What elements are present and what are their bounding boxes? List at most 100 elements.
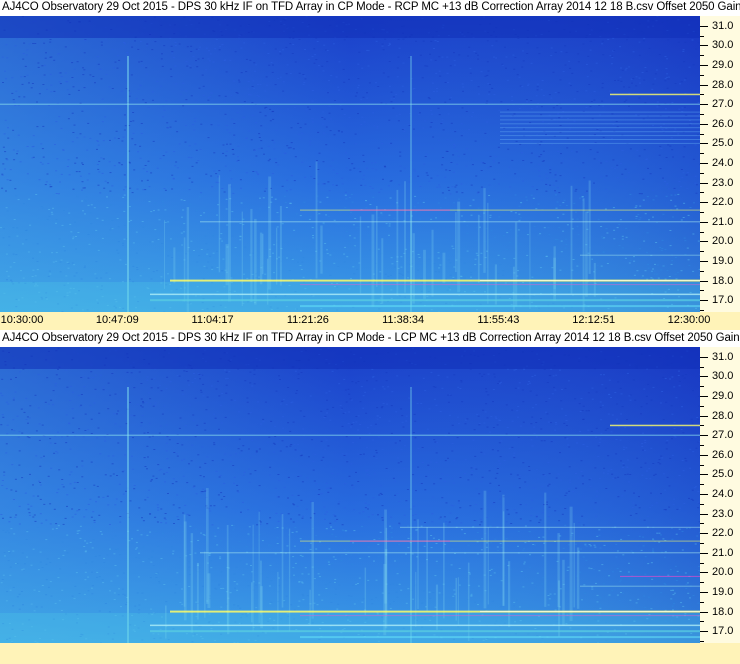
y-tick-mark <box>700 572 708 574</box>
y-tick-label: 19.0 <box>712 586 734 599</box>
y-minor-tick <box>700 386 704 388</box>
y-minor-tick <box>700 582 704 584</box>
y-minor-tick <box>700 543 704 545</box>
y-minor-tick <box>700 621 704 623</box>
bottom-glow <box>0 613 700 643</box>
y-tick-mark <box>700 494 708 496</box>
emission-line <box>350 209 450 211</box>
y-tick-label: 22.0 <box>712 527 734 540</box>
y-minor-tick <box>700 562 704 564</box>
emission-line <box>580 254 700 256</box>
y-minor-tick <box>700 94 704 96</box>
y-tick-mark <box>700 474 708 476</box>
y-tick-mark <box>700 513 708 515</box>
y-tick-label: 21.0 <box>712 215 734 228</box>
y-tick-mark <box>700 261 708 263</box>
y-tick-label: 24.0 <box>712 488 734 501</box>
time-tick-label: 10:47:09 <box>95 314 139 326</box>
lcp-panel: AJ4CO Observatory 29 Oct 2015 - DPS 30 k… <box>0 331 740 664</box>
y-tick-mark <box>700 65 708 66</box>
y-minor-tick <box>700 55 704 57</box>
y-tick-label: 26.0 <box>712 117 734 130</box>
top-band <box>0 347 700 369</box>
y-minor-tick <box>700 641 704 643</box>
y-minor-tick <box>700 464 704 466</box>
y-tick-mark <box>700 376 708 378</box>
emission-line <box>500 139 700 140</box>
rcp-title-bar: AJ4CO Observatory 29 Oct 2015 - DPS 30 k… <box>0 0 740 16</box>
emission-line <box>500 131 700 133</box>
y-tick-label: 19.0 <box>712 255 734 268</box>
time-tick-label: 11:55:43 <box>477 314 520 326</box>
y-tick-label: 17.0 <box>712 625 734 638</box>
y-tick-label: 31.0 <box>712 19 734 32</box>
emission-line <box>480 280 700 282</box>
y-minor-tick <box>700 484 704 486</box>
y-tick-label: 29.0 <box>712 59 734 71</box>
y-minor-tick <box>700 405 704 407</box>
emission-line <box>500 142 700 144</box>
lcp-title: AJ4CO Observatory 29 Oct 2015 - DPS 30 k… <box>2 332 740 344</box>
y-tick-label: 28.0 <box>712 78 734 91</box>
y-tick-mark <box>700 104 708 106</box>
y-tick-mark <box>700 552 708 554</box>
emission-line <box>200 221 700 223</box>
y-tick-label: 17.0 <box>712 294 734 307</box>
y-tick-mark <box>700 221 708 223</box>
y-tick-mark <box>700 435 708 437</box>
emission-line <box>0 103 700 105</box>
y-tick-label: 24.0 <box>712 157 734 170</box>
y-tick-mark <box>700 280 708 282</box>
bottom-glow <box>0 282 700 312</box>
y-tick-label: 22.0 <box>712 196 734 209</box>
vertical-artifact <box>410 56 412 312</box>
y-minor-tick <box>700 503 704 505</box>
y-minor-tick <box>700 425 704 427</box>
top-band <box>0 16 700 38</box>
y-minor-tick <box>700 172 704 174</box>
y-tick-mark <box>700 45 708 47</box>
y-tick-mark <box>700 356 708 358</box>
emission-line <box>500 115 700 117</box>
y-tick-mark <box>700 533 708 535</box>
y-tick-label: 23.0 <box>712 176 734 189</box>
y-tick-label: 23.0 <box>712 507 734 520</box>
emission-line <box>500 123 700 125</box>
rcp-title: AJ4CO Observatory 29 Oct 2015 - DPS 30 k… <box>2 1 740 13</box>
vertical-artifact <box>410 387 412 643</box>
lcp-title-bar: AJ4CO Observatory 29 Oct 2015 - DPS 30 k… <box>0 331 740 347</box>
y-tick-mark <box>700 25 708 27</box>
y-minor-tick <box>700 133 704 135</box>
y-tick-label: 25.0 <box>712 137 734 150</box>
time-tick-label: 10:30:00 <box>0 314 44 326</box>
y-tick-label: 20.0 <box>712 566 734 579</box>
y-tick-label: 25.0 <box>712 468 734 481</box>
emission-line <box>400 526 700 528</box>
emission-line <box>500 135 700 137</box>
y-tick-label: 26.0 <box>712 448 734 461</box>
vertical-artifact <box>127 387 129 643</box>
y-minor-tick <box>700 114 704 115</box>
rcp-y-axis: 31.0 30.0 29.0 28.0 27.0 26.0 25.0 24.0 23.0 22.0… <box>700 16 740 312</box>
emission-line <box>350 540 450 542</box>
y-minor-tick <box>700 74 704 76</box>
y-tick-mark <box>700 415 708 417</box>
y-tick-label: 31.0 <box>712 350 734 363</box>
y-minor-tick <box>700 523 704 525</box>
emission-line <box>610 93 700 96</box>
y-minor-tick <box>700 212 704 214</box>
y-minor-tick <box>700 270 704 272</box>
emission-line <box>620 575 700 577</box>
y-minor-tick <box>700 601 704 603</box>
emission-line <box>500 119 700 121</box>
y-tick-mark <box>700 396 708 397</box>
y-tick-mark <box>700 163 708 165</box>
y-tick-mark <box>700 182 708 184</box>
y-tick-mark <box>700 123 708 125</box>
y-tick-label: 27.0 <box>712 98 734 111</box>
y-tick-mark <box>700 611 708 613</box>
y-tick-label: 28.0 <box>712 409 734 422</box>
y-tick-label: 18.0 <box>712 274 734 287</box>
y-tick-mark <box>700 241 708 243</box>
lcp-spectrogram <box>0 347 700 643</box>
